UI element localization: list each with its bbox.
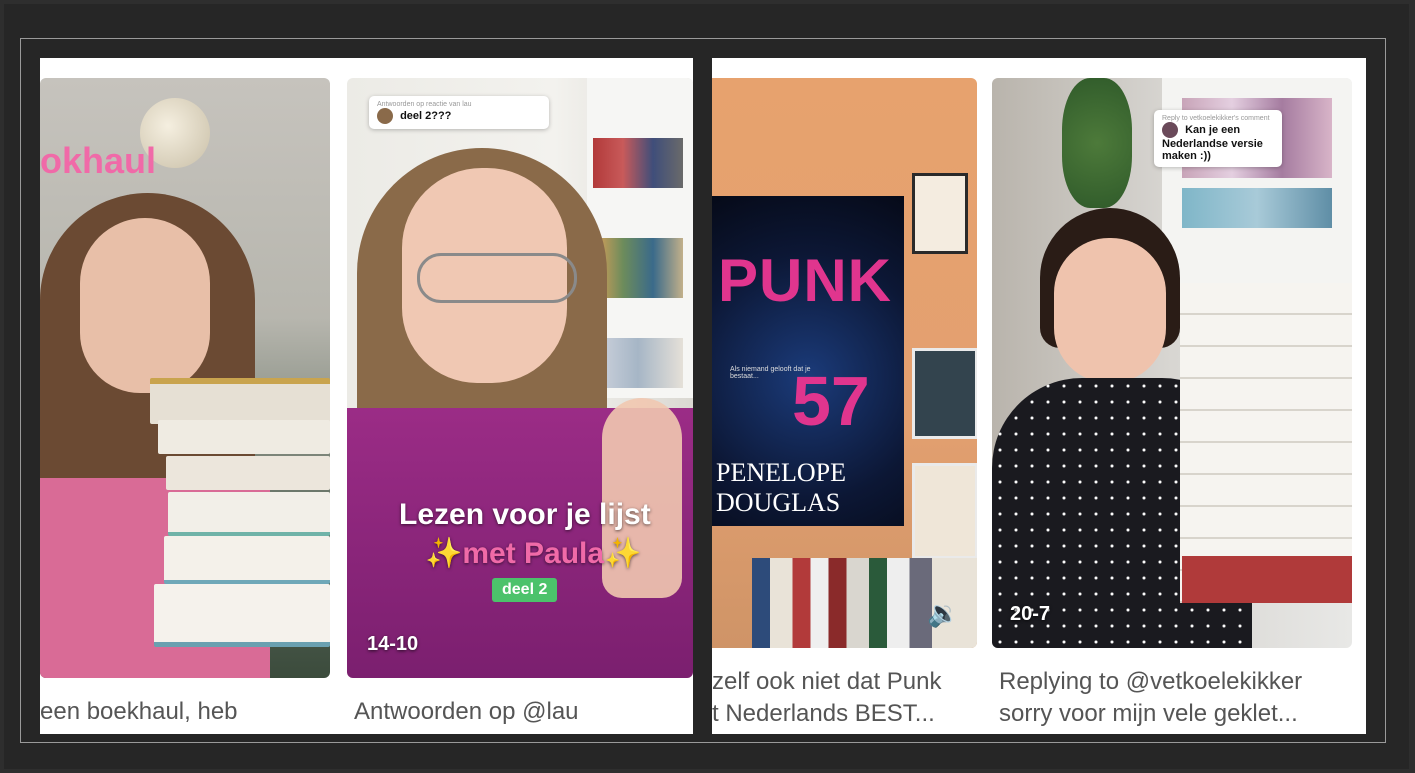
- person-face: [1054, 238, 1166, 383]
- book-stack: [150, 378, 330, 424]
- video-card-2[interactable]: Antwoorden op reactie van lau deel 2??? …: [347, 78, 693, 678]
- video-row-left: okhaul een boekhaul, heb Antwoorden op r…: [40, 58, 693, 734]
- glasses-icon: [417, 253, 577, 303]
- video-caption-2[interactable]: Antwoorden op @lau: [354, 696, 579, 728]
- video-caption-4-line2[interactable]: sorry voor mijn vele geklet...: [999, 698, 1298, 730]
- video-overlay-title-line1: Lezen voor je lijst: [399, 498, 651, 531]
- sound-icon[interactable]: 🔉: [927, 598, 959, 629]
- book-title-line1: PUNK: [718, 247, 893, 314]
- book-stack: [1180, 283, 1352, 603]
- book-title-line2: 57: [792, 362, 870, 440]
- video-caption-1[interactable]: een boekhaul, heb: [40, 696, 238, 728]
- book-cover-punk57: PUNK Als niemand gelooft dat je bestaat.…: [712, 196, 904, 526]
- book-author-line2: DOUGLAS: [716, 488, 841, 517]
- video-card-4[interactable]: Reply to vetkoelekikker's comment Kan je…: [992, 78, 1352, 648]
- person-face: [80, 218, 210, 393]
- reply-bubble: Antwoorden op reactie van lau deel 2???: [369, 96, 549, 129]
- video-row-right: PUNK Als niemand gelooft dat je bestaat.…: [712, 58, 1366, 734]
- video-overlay-title: okhaul: [40, 140, 157, 181]
- plant: [1062, 78, 1132, 208]
- video-caption-4-line1[interactable]: Replying to @vetkoelekikker: [999, 666, 1302, 698]
- reply-bubble: Reply to vetkoelekikker's comment Kan je…: [1154, 110, 1282, 167]
- wall-frame: [912, 348, 977, 439]
- reply-bubble-sub: Reply to vetkoelekikker's comment: [1162, 115, 1270, 122]
- commenter-avatar: [377, 108, 393, 124]
- video-date: 14-10: [367, 633, 419, 655]
- reply-bubble-sub: Antwoorden op reactie van lau: [377, 101, 472, 108]
- video-caption-3-line1[interactable]: zelf ook niet dat Punk: [712, 666, 941, 698]
- wall-frame: [912, 173, 968, 254]
- book-author-line1: PENELOPE: [716, 458, 846, 487]
- commenter-avatar: [1162, 122, 1178, 138]
- video-date: 20-7: [1010, 603, 1051, 625]
- part-badge: deel 2: [492, 578, 558, 602]
- reply-bubble-text: deel 2???: [400, 109, 452, 122]
- video-card-1[interactable]: okhaul: [40, 78, 330, 678]
- video-caption-3-line2[interactable]: t Nederlands BEST...: [712, 698, 935, 730]
- video-overlay-title-line2: ✨met Paula✨: [425, 537, 642, 570]
- video-card-3[interactable]: PUNK Als niemand gelooft dat je bestaat.…: [712, 78, 977, 648]
- wall-frame: [912, 463, 977, 559]
